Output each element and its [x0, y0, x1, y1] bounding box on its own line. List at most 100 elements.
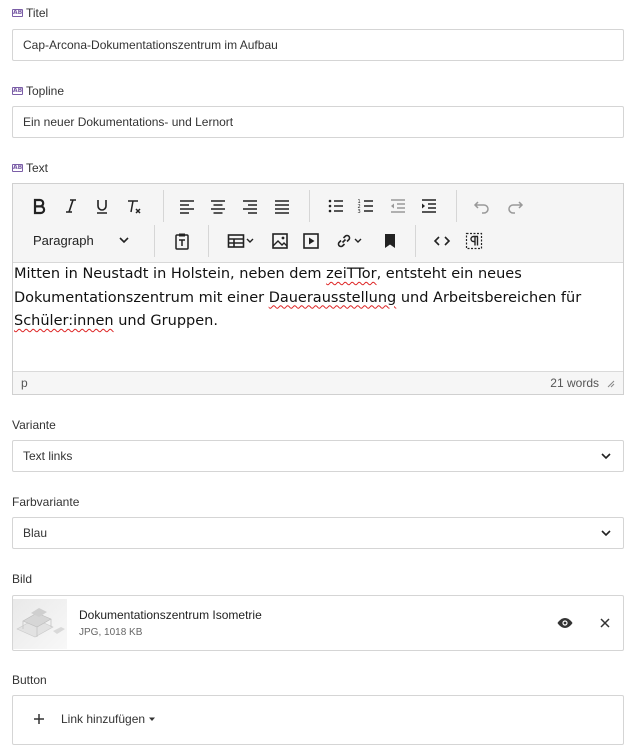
chevron-down-icon	[246, 238, 254, 243]
button-label: Button	[12, 673, 47, 687]
image-file-name: Dokumentationszentrum Isometrie	[79, 608, 262, 622]
variante-label: Variante	[12, 418, 56, 432]
paragraph-style-select[interactable]: Paragraph	[23, 227, 139, 253]
titel-input-value: Cap-Arcona-Dokumentationszentrum im Aufb…	[23, 38, 278, 52]
paste-as-text-button[interactable]	[169, 228, 195, 254]
text-label-text: Text	[26, 161, 49, 175]
undo-icon	[473, 201, 489, 214]
toolbar-divider	[154, 225, 155, 257]
chevron-down-icon	[601, 453, 611, 460]
bullet-list-button[interactable]	[323, 193, 349, 219]
editor-toolbar: 123 Paragraph	[13, 184, 623, 263]
farbvariante-label: Farbvariante	[12, 495, 79, 509]
align-center-icon	[211, 200, 225, 214]
link-icon	[337, 234, 351, 248]
outdent-button[interactable]	[385, 193, 411, 219]
image-file-meta: JPG, 1018 KB	[79, 627, 143, 638]
redo-button[interactable]	[502, 193, 528, 219]
bild-label-text: Bild	[12, 572, 33, 586]
paste-as-text-icon	[175, 233, 189, 250]
eye-icon	[557, 618, 573, 628]
align-right-button[interactable]	[237, 193, 263, 219]
show-blocks-button[interactable]	[461, 228, 487, 254]
source-code-button[interactable]	[429, 228, 455, 254]
titel-input[interactable]: Cap-Arcona-Dokumentationszentrum im Aufb…	[12, 29, 624, 61]
code-icon	[433, 236, 451, 246]
numbered-list-button[interactable]: 123	[353, 193, 379, 219]
translatable-icon: AB	[12, 164, 23, 172]
indent-button[interactable]	[416, 193, 442, 219]
variante-select[interactable]: Text links	[12, 440, 624, 472]
bullet-list-icon	[328, 199, 343, 213]
variante-label-text: Variante	[12, 418, 56, 432]
editor-content[interactable]: Mitten in Neustadt in Holstein, neben de…	[13, 263, 623, 371]
justify-button[interactable]	[269, 193, 295, 219]
bold-button[interactable]	[26, 193, 52, 219]
titel-label-text: Titel	[26, 6, 49, 20]
topline-input[interactable]: Ein neuer Dokumentations- und Lernort	[12, 106, 624, 138]
resize-handle-icon[interactable]	[605, 378, 615, 388]
add-link-dropdown[interactable]: Link hinzufügen	[33, 712, 156, 726]
translatable-icon: AB	[12, 9, 23, 17]
redo-icon	[508, 201, 524, 214]
anchor-button[interactable]	[377, 228, 403, 254]
align-left-button[interactable]	[174, 193, 200, 219]
media-play-icon	[303, 233, 319, 249]
farbvariante-label-text: Farbvariante	[12, 495, 80, 509]
titel-label: AB Titel	[12, 6, 48, 20]
svg-text:3: 3	[358, 209, 361, 215]
editor-text-misspelled: zeiTTor	[326, 266, 377, 282]
chevron-down-icon	[354, 238, 362, 243]
image-card: Dokumentationszentrum Isometrie JPG, 101…	[12, 595, 624, 651]
align-center-button[interactable]	[205, 193, 231, 219]
text-label: AB Text	[12, 161, 48, 175]
toolbar-divider	[163, 190, 164, 222]
button-label-text: Button	[12, 673, 47, 687]
clear-formatting-icon	[128, 200, 141, 214]
rich-text-editor: 123 Paragraph Mitten in Neustadt in Hols…	[12, 183, 624, 395]
editor-text-misspelled: Dauerausstellung	[268, 289, 397, 306]
undo-button[interactable]	[469, 193, 495, 219]
table-button[interactable]	[223, 228, 259, 254]
clear-formatting-button[interactable]	[121, 193, 147, 219]
preview-image-button[interactable]	[554, 612, 576, 634]
word-count: 21 words	[550, 376, 599, 390]
element-path[interactable]: p	[21, 376, 28, 390]
chevron-down-icon	[119, 237, 129, 244]
editor-text: und Arbeitsbereichen für	[396, 289, 582, 306]
topline-label: AB Topline	[12, 84, 64, 98]
bild-label: Bild	[12, 572, 32, 586]
plus-icon	[34, 714, 44, 724]
translatable-icon: AB	[12, 87, 23, 95]
toolbar-divider	[415, 225, 416, 257]
farbvariante-select-value: Blau	[23, 526, 48, 540]
underline-button[interactable]	[89, 193, 115, 219]
farbvariante-select[interactable]: Blau	[12, 517, 624, 549]
paragraph-style-value: Paragraph	[33, 232, 94, 248]
remove-image-button[interactable]	[594, 612, 616, 634]
variante-select-value: Text links	[23, 449, 73, 463]
chevron-down-icon	[601, 530, 611, 537]
italic-button[interactable]	[58, 193, 84, 219]
image-thumbnail[interactable]	[13, 599, 67, 649]
editor-statusbar: p 21 words	[13, 371, 623, 394]
add-link-label: Link hinzufügen	[61, 712, 146, 726]
align-right-icon	[243, 200, 257, 214]
underline-icon	[97, 200, 107, 214]
button-field: Link hinzufügen	[12, 695, 624, 745]
paragraph-mark-icon	[465, 232, 483, 250]
editor-text-misspelled: Schüler:innen	[14, 313, 114, 329]
topline-label-text: Topline	[26, 84, 65, 98]
editor-text: Mitten in Neustadt in Holstein, neben de…	[14, 266, 327, 282]
image-button[interactable]	[267, 228, 293, 254]
justify-icon	[275, 200, 289, 214]
image-icon	[272, 233, 288, 249]
editor-text: und Gruppen.	[113, 313, 218, 329]
toolbar-divider	[456, 190, 457, 222]
link-button[interactable]	[331, 228, 367, 254]
table-icon	[227, 234, 245, 248]
align-left-icon	[180, 200, 194, 214]
media-button[interactable]	[298, 228, 324, 254]
toolbar-divider	[309, 190, 310, 222]
toolbar-divider	[208, 225, 209, 257]
